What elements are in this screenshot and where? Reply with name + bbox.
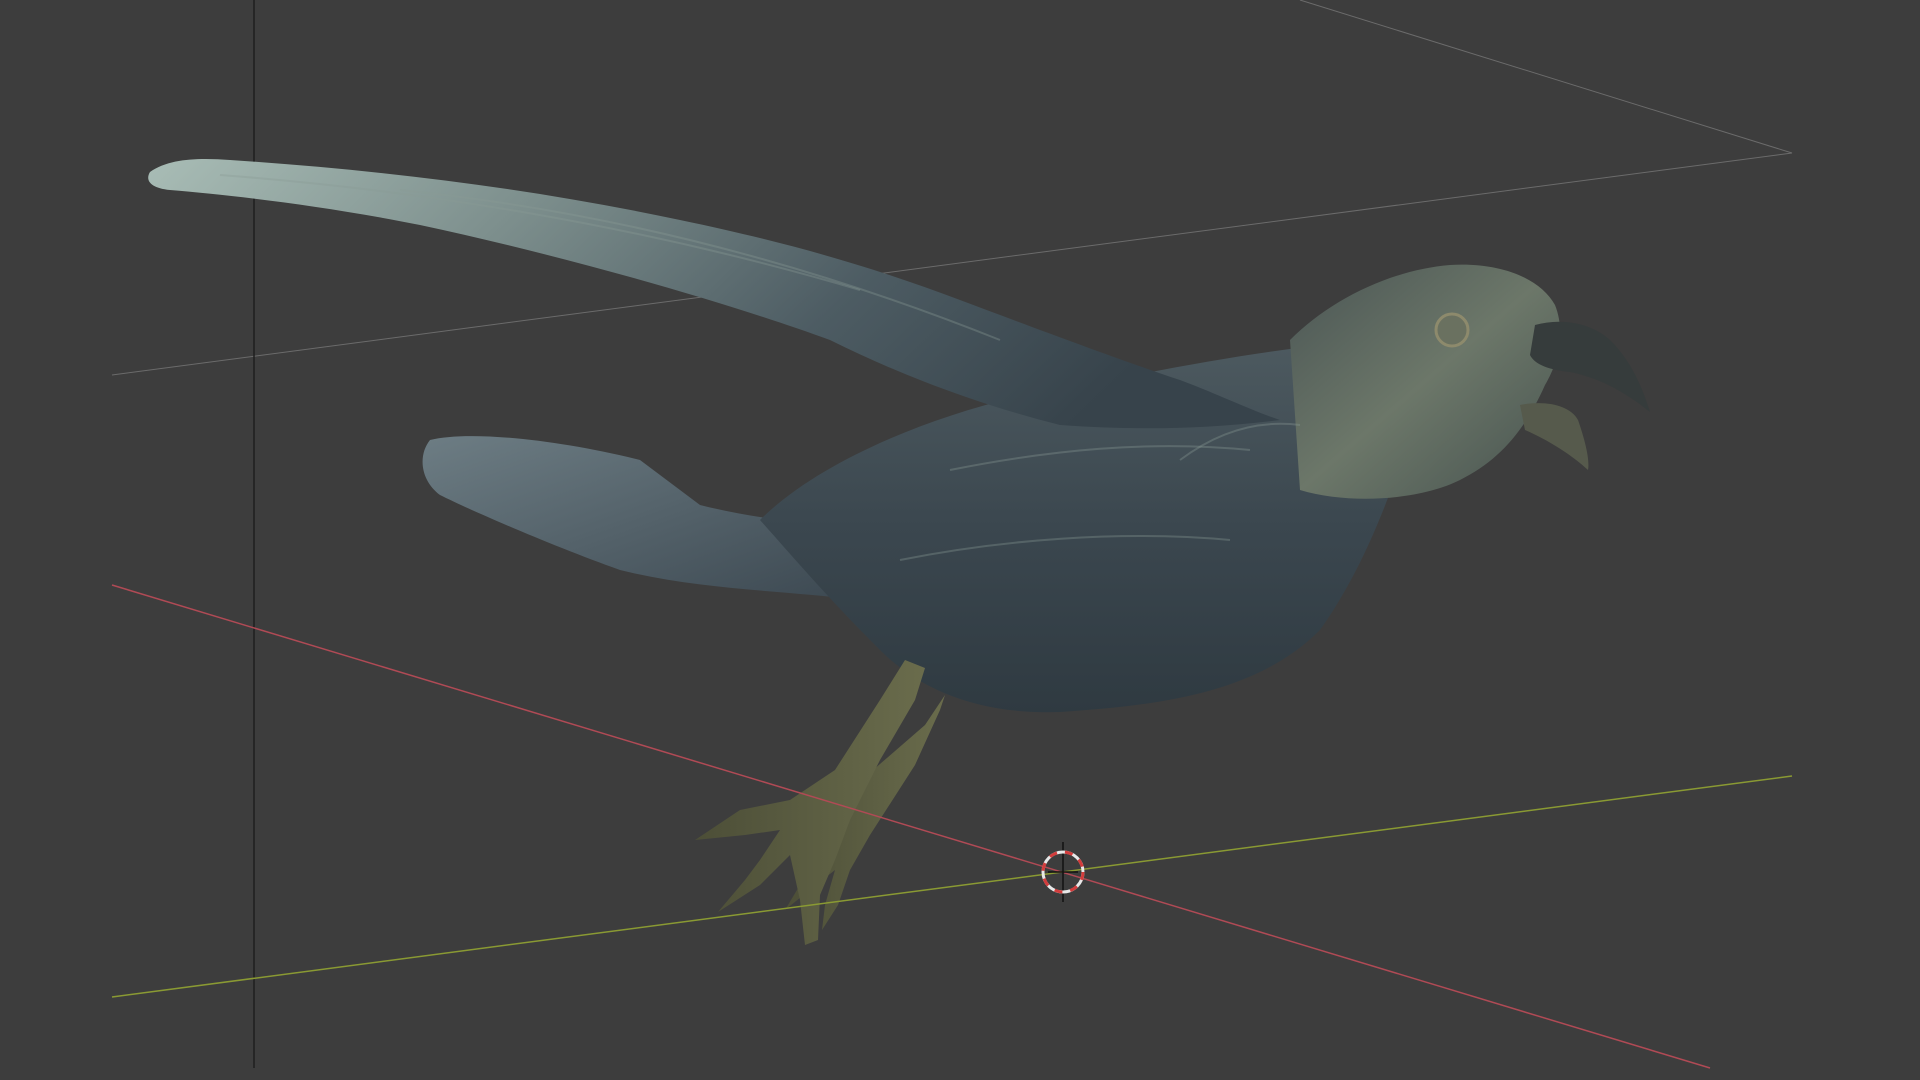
- crow-beak-lower[interactable]: [1520, 403, 1589, 470]
- viewport-scene[interactable]: [0, 0, 1920, 1080]
- y-axis-line: [111, 775, 1793, 998]
- crow-beak-upper[interactable]: [1530, 321, 1650, 412]
- crow-wing[interactable]: [148, 159, 1281, 429]
- floor-grid-line: [1299, 0, 1793, 154]
- crow-eye[interactable]: [1434, 312, 1470, 348]
- 3d-viewport[interactable]: [0, 0, 1920, 1080]
- 3d-cursor-icon[interactable]: [1041, 842, 1085, 902]
- crow-head[interactable]: [1290, 264, 1561, 499]
- crow-model[interactable]: [148, 159, 1650, 945]
